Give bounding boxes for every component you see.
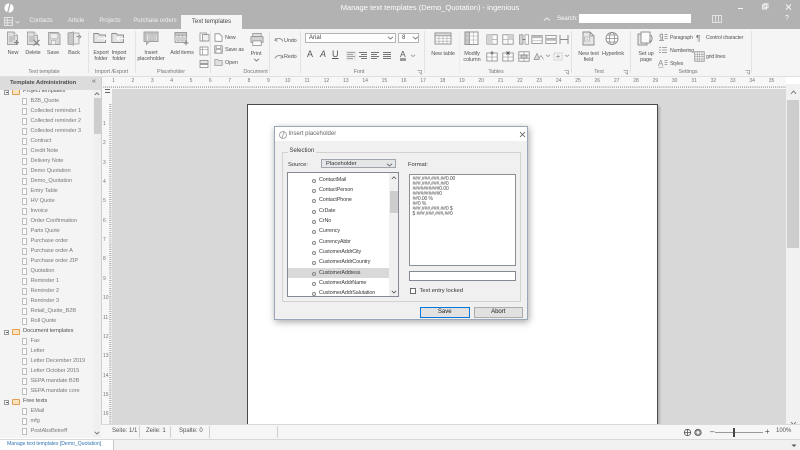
svg-text:A: A: [658, 59, 664, 68]
svg-text:{···}: {···}: [147, 34, 159, 41]
